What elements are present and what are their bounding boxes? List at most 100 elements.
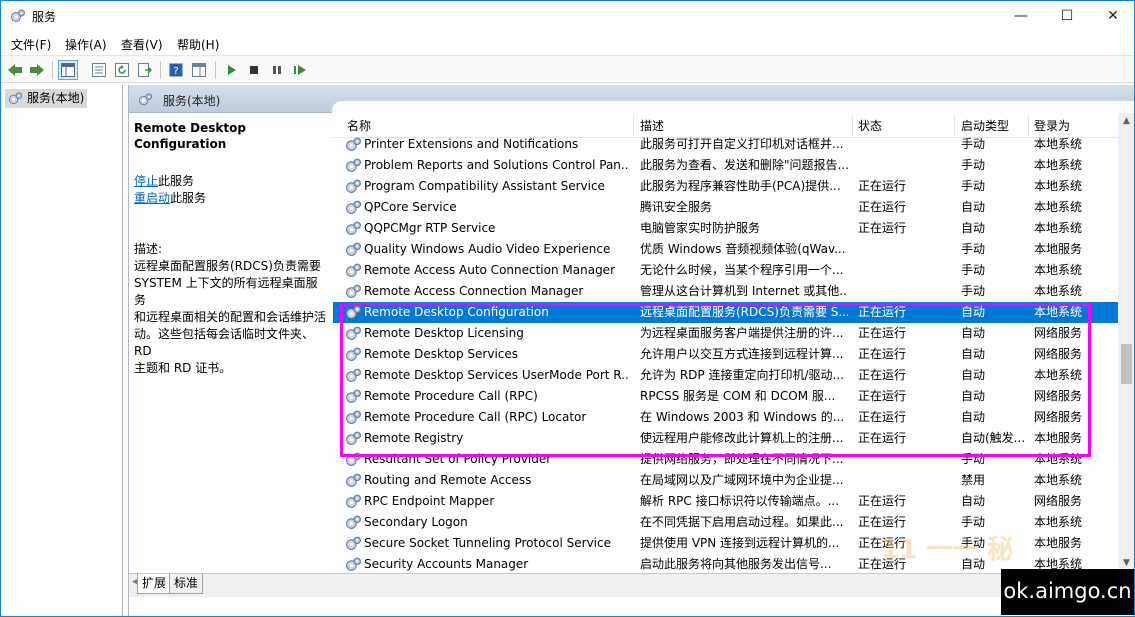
table-row[interactable]: Remote Access Auto Connection Manager 无论什… (333, 260, 1118, 281)
cell-status (858, 155, 954, 176)
table-row[interactable]: Remote Procedure Call (RPC) Locator 在 Win… (333, 407, 1118, 428)
cell-status: 正在运行 (858, 494, 907, 508)
service-gear-icon (346, 263, 361, 277)
cell-description: 启动此服务将向其他服务发出信号... (640, 557, 832, 571)
show-action-pane-button[interactable] (189, 60, 209, 80)
cell-name: Remote Desktop Services (364, 347, 519, 361)
close-button[interactable]: ✕ (1090, 1, 1134, 32)
toolbar-separator (52, 61, 53, 79)
menu-action[interactable]: 操作(A) (65, 36, 107, 53)
table-row[interactable]: Quality Windows Audio Video Experience 优质… (333, 239, 1118, 260)
table-row[interactable]: Routing and Remote Access 在局域网以及广域网环境中为企业… (333, 470, 1118, 491)
cell-startup-type: 自动 (961, 389, 986, 403)
cell-status: 正在运行 (858, 431, 907, 445)
cell-startup-type: 手动 (961, 137, 986, 151)
restart-service-link[interactable]: 重启动 (134, 191, 170, 205)
table-row[interactable]: Remote Desktop Services UserMode Port R.… (333, 365, 1118, 386)
resume-icon (294, 65, 306, 75)
column-header-status[interactable]: 状态 (858, 117, 882, 134)
cell-status (858, 239, 954, 260)
table-row[interactable]: Remote Desktop Licensing 为远程桌面服务客户端提供注册的许… (333, 323, 1118, 344)
cell-status (858, 260, 954, 281)
cell-startup-type: 自动 (961, 368, 986, 382)
back-arrow-icon (8, 64, 22, 76)
column-header-logon-as[interactable]: 登录为 (1034, 117, 1070, 134)
table-row[interactable]: RPC Endpoint Mapper 解析 RPC 接口标识符以传输端点。...… (333, 491, 1118, 512)
column-header-name[interactable]: 名称 (347, 117, 371, 134)
start-service-button[interactable] (221, 60, 241, 80)
table-row[interactable]: QPCore Service 腾讯安全服务 正在运行 自动 本地系统 (333, 197, 1118, 218)
service-gear-icon (346, 431, 361, 445)
cell-status: 正在运行 (858, 221, 907, 235)
table-row[interactable]: QQPCMgr RTP Service 电脑管家实时防护服务 正在运行 自动 本地系统 (333, 218, 1118, 239)
table-row[interactable]: Resultant Set of Policy Provider 提供网络服务，即… (333, 449, 1118, 470)
restart-service-button[interactable] (290, 60, 310, 80)
cell-name: Remote Desktop Services UserMode Port R.… (364, 368, 629, 382)
cell-startup-type: 自动 (961, 326, 986, 340)
menu-file[interactable]: 文件(F) (11, 36, 51, 53)
table-row[interactable]: Printer Extensions and Notifications 此服务可… (333, 134, 1118, 155)
cell-description: 此服务可打开自定义打印机对话框并... (640, 137, 844, 151)
table-row[interactable]: Program Compatibility Assistant Service 此… (333, 176, 1118, 197)
service-gear-icon (346, 284, 361, 298)
minimize-button[interactable]: — (998, 1, 1044, 32)
column-divider[interactable] (1028, 115, 1029, 136)
cell-logon-as: 本地系统 (1034, 368, 1083, 382)
table-row[interactable]: Remote Access Connection Manager 管理从这台计算机… (333, 281, 1118, 302)
show-tree-button[interactable] (58, 60, 78, 80)
cell-startup-type: 自动 (961, 347, 986, 361)
column-divider[interactable] (633, 115, 634, 136)
column-header-description[interactable]: 描述 (640, 117, 664, 134)
cell-logon-as: 本地系统 (1034, 179, 1083, 193)
cell-description: 使远程用户能修改此计算机上的注册... (640, 431, 844, 445)
vertical-scrollbar[interactable]: ▲ ▼ (1118, 113, 1134, 572)
pause-service-button[interactable] (267, 60, 287, 80)
stop-service-button[interactable] (244, 60, 264, 80)
column-divider[interactable] (954, 115, 955, 136)
service-gear-icon (346, 200, 361, 214)
toolbar-separator (215, 61, 216, 79)
maximize-button[interactable]: ☐ (1044, 1, 1090, 32)
scrollbar-thumb[interactable] (1121, 344, 1132, 384)
forward-arrow-icon (30, 64, 44, 76)
cell-description: 解析 RPC 接口标识符以传输端点。... (640, 494, 840, 508)
menu-help[interactable]: 帮助(H) (177, 36, 219, 53)
back-button[interactable] (5, 60, 25, 80)
services-window: 服务 — ☐ ✕ 文件(F) 操作(A) 查看(V) 帮助(H) ? 服务(本地… (0, 0, 1135, 617)
cell-logon-as: 本地系统 (1034, 263, 1083, 277)
cell-description: 腾讯安全服务 (640, 200, 713, 214)
cell-name: QQPCMgr RTP Service (364, 221, 496, 235)
cell-startup-type: 手动 (961, 158, 986, 172)
column-divider[interactable] (852, 115, 853, 136)
help-button[interactable]: ? (166, 60, 186, 80)
title-bar: 服务 — ☐ ✕ (1, 1, 1134, 32)
cell-logon-as: 本地服务 (1034, 431, 1083, 445)
forward-button[interactable] (27, 60, 47, 80)
table-row[interactable]: Remote Registry 使远程用户能修改此计算机上的注册... 正在运行 自动… (333, 428, 1118, 449)
table-row[interactable]: Problem Reports and Solutions Control Pa… (333, 155, 1118, 176)
cell-description: 提供网络服务，即处理在不同情况下... (640, 452, 844, 466)
cell-name: Remote Access Connection Manager (364, 284, 584, 298)
table-row[interactable]: Remote Procedure Call (RPC) RPCSS 服务是 COM… (333, 386, 1118, 407)
description-line: SYSTEM 上下文的所有远程桌面服务 (134, 276, 318, 307)
table-row[interactable]: Remote Desktop Services 允许用户以交互方式连接到远程计算.… (333, 344, 1118, 365)
properties-view-button[interactable] (89, 60, 109, 80)
scroll-up-icon[interactable]: ▲ (1118, 113, 1134, 130)
stop-service-link[interactable]: 停止 (134, 174, 158, 188)
service-gear-icon (346, 179, 361, 193)
cell-startup-type: 手动 (961, 179, 986, 193)
column-header-startup-type[interactable]: 启动类型 (961, 117, 1009, 134)
table-row[interactable]: Remote Desktop Configuration 远程桌面配置服务(RDC… (333, 302, 1118, 323)
services-table: ^ 名称 描述 状态 启动类型 登录为 Printer Extensions a… (333, 113, 1134, 572)
cell-status: 正在运行 (858, 410, 907, 424)
menu-view[interactable]: 查看(V) (121, 36, 163, 53)
refresh-button[interactable] (112, 60, 132, 80)
cell-logon-as: 本地系统 (1034, 137, 1083, 151)
tree-node-services-local[interactable]: 服务(本地) (5, 89, 88, 108)
cell-description: 允许为 RDP 连接重定向打印机/驱动... (640, 368, 844, 382)
export-icon (138, 63, 152, 77)
export-list-button[interactable] (135, 60, 155, 80)
tab-extended[interactable]: 扩展 (137, 574, 172, 594)
tab-standard[interactable]: 标准 (169, 574, 204, 594)
cell-startup-type: 手动 (961, 263, 986, 277)
